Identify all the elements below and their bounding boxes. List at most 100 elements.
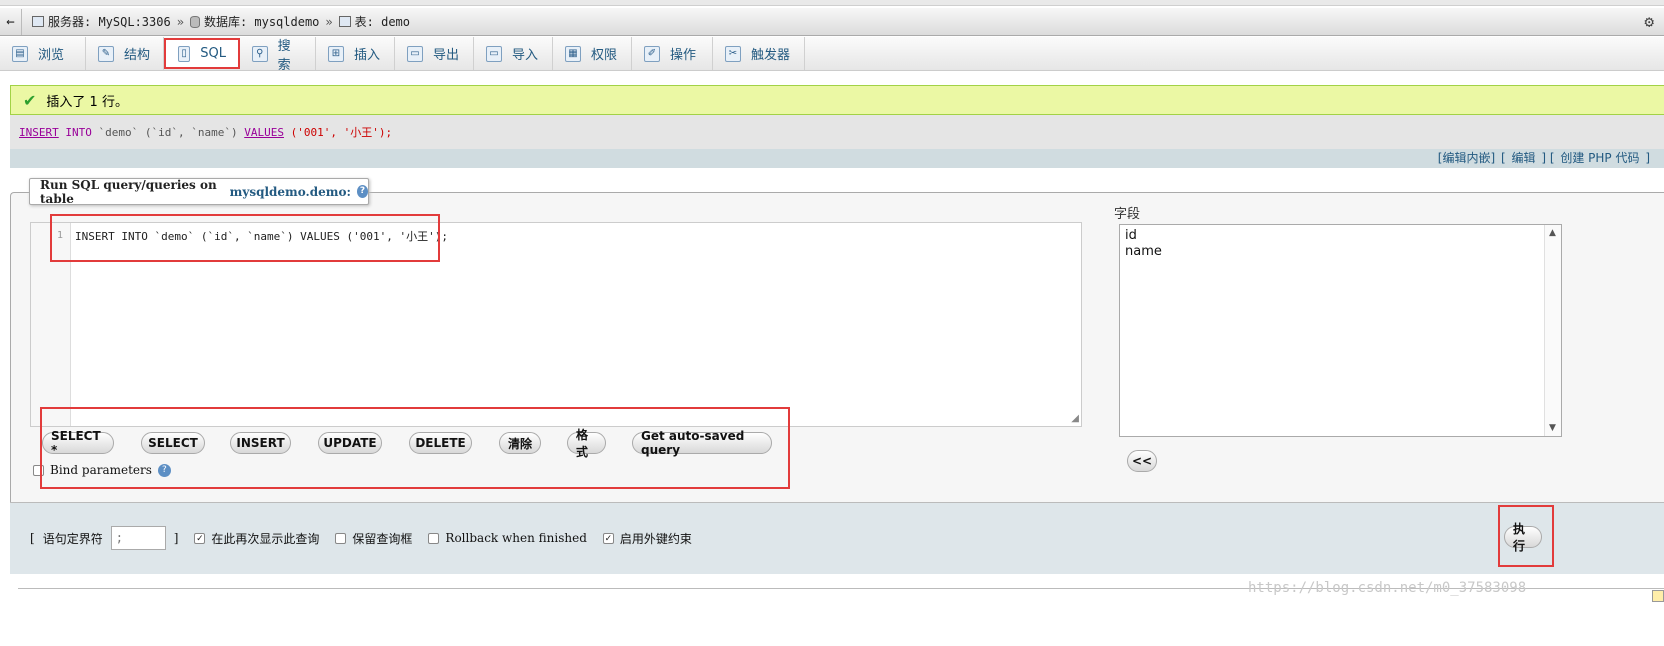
- sql-values: ('001', '小王');: [290, 126, 393, 139]
- tab-insert[interactable]: ⊞ 插入: [316, 37, 395, 70]
- tab-triggers[interactable]: ✂ 触发器: [713, 37, 805, 70]
- legend-text: Run SQL query/queries on table: [40, 177, 217, 206]
- bind-parameters-option[interactable]: Bind parameters ?: [33, 463, 171, 477]
- browser-bookmarks-strip: [0, 0, 1664, 6]
- foreign-keys-option[interactable]: ✓ 启用外键约束: [602, 530, 692, 547]
- help-icon[interactable]: ?: [157, 463, 171, 477]
- fields-list[interactable]: id name ▲ ▼: [1119, 224, 1562, 437]
- help-icon[interactable]: ?: [356, 185, 368, 198]
- search-icon: ⚲: [252, 45, 268, 62]
- foreign-keys-checkbox[interactable]: ✓: [602, 532, 614, 544]
- success-text: 插入了 1 行。: [46, 94, 128, 110]
- rollback-checkbox[interactable]: [428, 532, 440, 544]
- rollback-option[interactable]: Rollback when finished: [428, 531, 587, 545]
- tab-sql[interactable]: ▯ SQL: [164, 38, 240, 69]
- show-query-again-checkbox[interactable]: ✓: [194, 532, 206, 544]
- operations-icon: ✐: [644, 45, 660, 62]
- breadcrumb-server-label: 服务器: MySQL:3306: [48, 15, 171, 29]
- server-icon: [32, 16, 44, 27]
- field-item[interactable]: name: [1125, 244, 1556, 260]
- scroll-down-icon[interactable]: ▼: [1549, 423, 1556, 433]
- fields-label: 字段: [1114, 207, 1141, 222]
- insert-field-button[interactable]: <<: [1127, 450, 1157, 472]
- show-query-again-label: 在此再次显示此查询: [211, 531, 320, 546]
- resize-grip-icon[interactable]: ◢: [1071, 413, 1079, 424]
- sql-keyword-values[interactable]: VALUES: [244, 126, 284, 139]
- scroll-up-icon[interactable]: ▲: [1549, 228, 1556, 238]
- table-icon: [338, 16, 351, 27]
- tab-label: 导入: [512, 48, 539, 63]
- format-button[interactable]: 格式: [567, 428, 606, 459]
- tab-browse[interactable]: ▤ 浏览: [0, 37, 86, 70]
- tab-label: SQL: [200, 46, 226, 61]
- get-auto-saved-query-button[interactable]: Get auto-saved query: [632, 429, 772, 457]
- sql-code-line[interactable]: INSERT INTO `demo` (`id`, `name`) VALUES…: [75, 228, 448, 244]
- edit-link[interactable]: 编辑: [1511, 151, 1535, 165]
- back-icon[interactable]: ←: [0, 8, 22, 35]
- sql-table-name: `demo`: [98, 125, 139, 139]
- sql-icon: ▯: [178, 45, 191, 62]
- structure-icon: ✎: [98, 45, 114, 62]
- insert-button[interactable]: INSERT: [230, 432, 291, 454]
- browse-icon: ▤: [12, 45, 28, 62]
- console-icon[interactable]: [1652, 590, 1664, 602]
- select-button[interactable]: SELECT: [141, 432, 205, 454]
- retain-query-box-checkbox[interactable]: [335, 532, 347, 544]
- breadcrumb-table-label: 表: demo: [354, 15, 411, 29]
- clear-button[interactable]: 清除: [499, 432, 541, 454]
- breadcrumb-database-label: 数据库: mysqldemo: [203, 15, 320, 29]
- delimiter-input[interactable]: [110, 526, 166, 550]
- breadcrumb: ← 服务器: MySQL:3306 » 数据库: mysqldemo » 表: …: [0, 8, 1664, 36]
- show-query-again-option[interactable]: ✓ 在此再次显示此查询: [194, 530, 319, 547]
- select-star-button[interactable]: SELECT *: [42, 429, 114, 457]
- line-number: 1: [57, 230, 64, 241]
- foreign-keys-label: 启用外键约束: [619, 531, 692, 546]
- tab-export[interactable]: ▭ 导出: [395, 37, 474, 70]
- retain-query-box-label: 保留查询框: [352, 531, 413, 546]
- fields-scrollbar[interactable]: ▲ ▼: [1544, 225, 1561, 436]
- tab-label: 触发器: [751, 48, 791, 63]
- editor-gutter: [31, 223, 71, 426]
- success-message: ✔ 插入了 1 行。: [10, 85, 1664, 115]
- tab-privileges[interactable]: ▦ 权限: [553, 37, 632, 70]
- inline-edit-link[interactable]: [编辑内嵌]: [1438, 151, 1495, 165]
- tab-label: 搜索: [277, 38, 291, 73]
- breadcrumb-database[interactable]: 数据库: mysqldemo: [189, 13, 320, 30]
- delete-button[interactable]: DELETE: [409, 432, 472, 454]
- sql-editor[interactable]: 1 INSERT INTO `demo` (`id`, `name`) VALU…: [30, 222, 1082, 427]
- go-button[interactable]: 执行: [1504, 522, 1542, 553]
- tab-label: 浏览: [38, 48, 65, 63]
- tab-bar: ▤ 浏览 ✎ 结构 ▯ SQL ⚲ 搜索 ⊞ 插入 ▭ 导出 ▭ 导入 ▦ 权限 ✐ 操作 ✂ 触发…: [0, 37, 1664, 73]
- update-button[interactable]: UPDATE: [318, 432, 382, 454]
- bracket: ] [: [1541, 151, 1555, 165]
- tab-import[interactable]: ▭ 导入: [474, 37, 553, 70]
- breadcrumb-server[interactable]: 服务器: MySQL:3306: [32, 13, 171, 30]
- tab-label: 权限: [591, 48, 618, 63]
- tab-label: 插入: [354, 48, 381, 63]
- bracket: ]: [1645, 151, 1650, 165]
- privileges-icon: ▦: [565, 45, 581, 62]
- field-item[interactable]: id: [1125, 228, 1556, 244]
- bracket: ]: [173, 531, 179, 545]
- query-panel-legend: Run SQL query/queries on table mysqldemo…: [29, 177, 369, 206]
- create-php-code-link[interactable]: 创建 PHP 代码: [1560, 151, 1639, 165]
- tab-search[interactable]: ⚲ 搜索: [240, 37, 316, 73]
- delimiter-label: 语句定界符: [42, 531, 103, 546]
- sql-columns: (`id`, `name`): [144, 125, 238, 139]
- executed-sql: INSERT INTO `demo` (`id`, `name`) VALUES…: [10, 115, 1664, 149]
- bind-parameters-label: Bind parameters: [50, 463, 152, 477]
- breadcrumb-separator: »: [325, 14, 333, 29]
- tab-label: 导出: [433, 48, 460, 63]
- insert-icon: ⊞: [328, 45, 344, 62]
- query-options: [ 语句定界符 ] ✓ 在此再次显示此查询 保留查询框 Rollback when…: [30, 526, 692, 550]
- tab-operations[interactable]: ✐ 操作: [632, 37, 713, 70]
- bracket: [: [30, 531, 35, 545]
- gear-icon[interactable]: ⚙: [1644, 12, 1654, 31]
- retain-query-box-option[interactable]: 保留查询框: [335, 530, 412, 547]
- export-icon: ▭: [407, 45, 423, 62]
- tab-structure[interactable]: ✎ 结构: [86, 37, 164, 70]
- query-links-bar: [编辑内嵌] [ 编辑 ] [ 创建 PHP 代码 ]: [10, 149, 1664, 168]
- sql-keyword-insert[interactable]: INSERT: [19, 126, 59, 139]
- breadcrumb-table[interactable]: 表: demo: [338, 13, 411, 30]
- bind-parameters-checkbox[interactable]: [33, 464, 44, 476]
